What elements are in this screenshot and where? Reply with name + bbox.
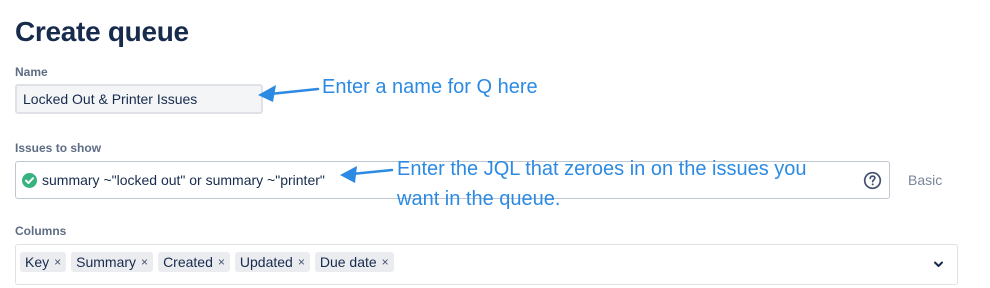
- page-title: Create queue: [15, 16, 189, 47]
- column-chips: Key × Summary × Created × Updated × Due …: [20, 252, 394, 272]
- question-circle-icon[interactable]: [863, 171, 882, 190]
- jql-annotation-line1: Enter the JQL that zeroes in on the issu…: [397, 158, 807, 180]
- name-annotation-arrow: [258, 85, 320, 102]
- chip-remove-icon[interactable]: ×: [218, 252, 225, 272]
- chip-remove-icon[interactable]: ×: [54, 252, 61, 272]
- name-label: Name: [15, 65, 48, 79]
- name-annotation: Enter a name for Q here: [322, 76, 538, 98]
- queue-name-input[interactable]: [15, 84, 263, 114]
- chip-remove-icon[interactable]: ×: [141, 252, 148, 272]
- chevron-down-icon[interactable]: [933, 260, 944, 269]
- column-chip-created: Created ×: [158, 252, 230, 272]
- chip-label: Updated: [239, 254, 293, 270]
- columns-select[interactable]: Key × Summary × Created × Updated × Due …: [15, 244, 958, 285]
- chip-label: Key: [25, 254, 50, 270]
- columns-label: Columns: [15, 224, 67, 238]
- column-chip-summary: Summary ×: [71, 252, 154, 272]
- column-chip-updated: Updated ×: [234, 252, 310, 272]
- chip-label: Summary: [76, 254, 137, 270]
- chip-label: Due date: [319, 254, 377, 270]
- basic-mode-link[interactable]: Basic: [908, 172, 942, 188]
- column-chip-key: Key ×: [20, 252, 67, 272]
- jql-annotation-line2: want in the queue.: [397, 188, 561, 210]
- chip-remove-icon[interactable]: ×: [382, 252, 389, 272]
- column-chip-due-date: Due date ×: [314, 252, 394, 272]
- chip-label: Created: [163, 254, 213, 270]
- chip-remove-icon[interactable]: ×: [298, 252, 305, 272]
- issues-label: Issues to show: [15, 141, 102, 155]
- jql-annotation-arrow: [340, 166, 394, 183]
- check-circle-icon: [22, 173, 37, 188]
- jql-query-text[interactable]: summary ~"locked out" or summary ~"print…: [42, 172, 325, 188]
